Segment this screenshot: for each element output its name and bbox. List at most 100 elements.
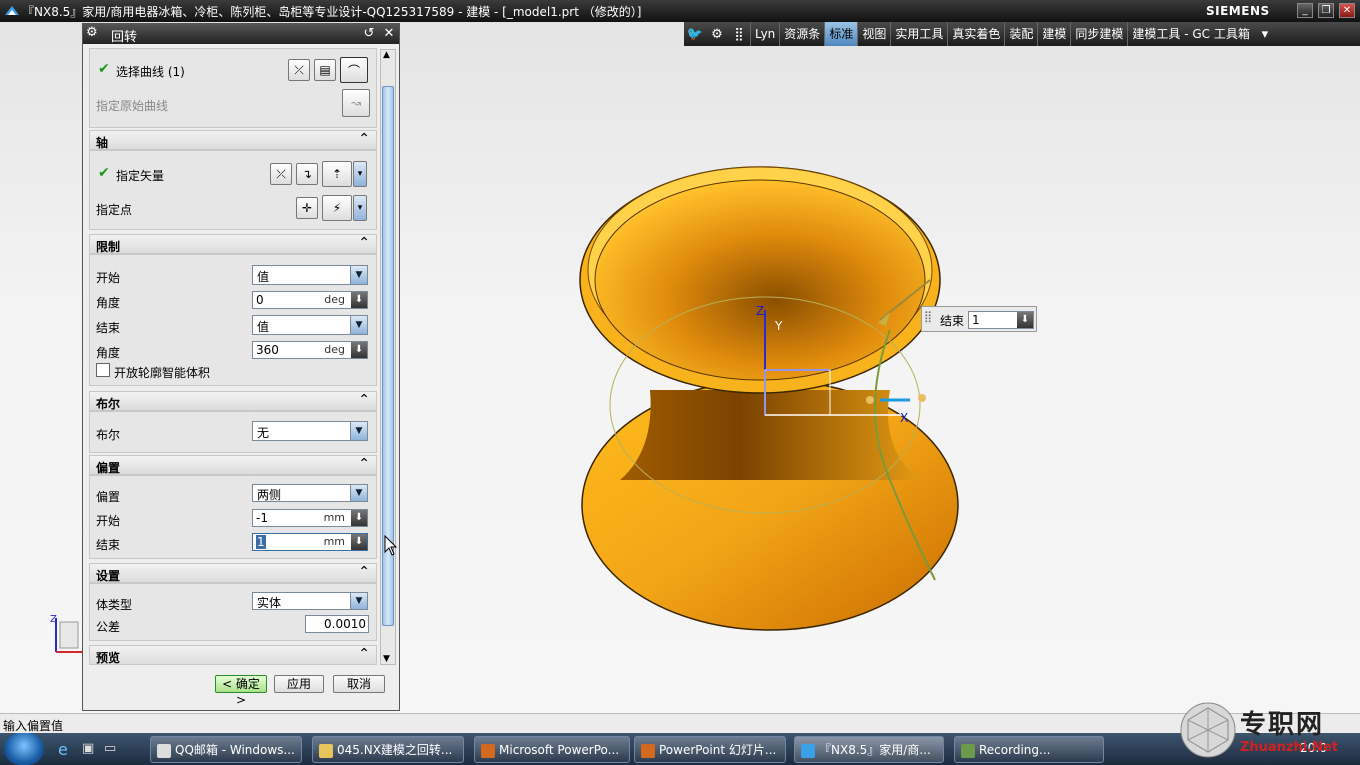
chevron-down-icon[interactable]: ▾ bbox=[353, 161, 367, 187]
minimize-button[interactable]: _ bbox=[1297, 3, 1313, 18]
arrow-down-icon[interactable]: ⬇ bbox=[1017, 312, 1033, 328]
curve-select-icon[interactable]: ⌒ bbox=[340, 57, 368, 83]
end-dropdown[interactable]: 值 ▼ bbox=[252, 315, 368, 335]
arrow-down-icon[interactable]: ⬇ bbox=[351, 534, 367, 550]
section-panel: ✔ 选择曲线 (1) ⤫ ▤ ⌒ 指定原始曲线 ↝ bbox=[89, 48, 377, 128]
nx-menu-icon[interactable]: 🐦 bbox=[684, 23, 706, 45]
end-angle-field[interactable]: 360 deg ⬇ bbox=[252, 341, 368, 359]
chevron-down-icon[interactable]: ▼ bbox=[350, 422, 367, 440]
open-profile-label: 开放轮廓智能体积 bbox=[114, 366, 211, 380]
point-dialog-icon[interactable]: ✛ bbox=[296, 197, 318, 219]
axis-z-label: Z bbox=[756, 304, 764, 318]
start-angle-label: 角度 bbox=[96, 296, 121, 310]
scroll-up-icon[interactable]: ▲ bbox=[383, 50, 390, 60]
select-curve-label: 选择曲线 (1) bbox=[116, 65, 185, 79]
vector-type-icon[interactable]: ⇡ bbox=[322, 161, 352, 187]
toolbar-item-standard[interactable]: 标准 bbox=[824, 22, 858, 46]
switch-windows-icon[interactable]: ▭ bbox=[104, 741, 116, 756]
chevron-down-icon[interactable]: ▼ bbox=[350, 266, 367, 284]
chevron-down-icon[interactable]: ▾ bbox=[353, 195, 367, 221]
chevron-down-icon[interactable]: ▼ bbox=[350, 485, 367, 501]
end-angle-label: 角度 bbox=[96, 346, 121, 360]
reset-icon[interactable]: ↺ bbox=[361, 26, 377, 42]
toolbar-item-gc-toolkit[interactable]: 建模工具 - GC 工具箱 bbox=[1127, 22, 1253, 46]
taskbar-item-powerpoint[interactable]: Microsoft PowerPo... bbox=[474, 736, 630, 763]
grip-icon[interactable]: ⣿ bbox=[728, 23, 750, 45]
viewport-model[interactable]: X Z Y bbox=[560, 150, 980, 650]
arrow-down-icon[interactable]: ⬇ bbox=[351, 510, 367, 526]
offset-panel: 偏置 两侧 ▼ 开始 -1 mm ⬇ 结束 1 mm ⬇ bbox=[89, 475, 377, 559]
close-icon[interactable]: ✕ bbox=[381, 26, 397, 42]
reverse-direction-icon[interactable]: ⤫ bbox=[270, 163, 292, 185]
chevron-down-icon[interactable]: ▼ bbox=[350, 316, 367, 334]
start-angle-field[interactable]: 0 deg ⬇ bbox=[252, 291, 368, 309]
scroll-down-icon[interactable]: ▼ bbox=[383, 654, 390, 664]
section-limits-header[interactable]: 限制 ⌃ bbox=[89, 234, 377, 254]
deselect-icon[interactable]: ⤫ bbox=[288, 59, 310, 81]
toolbar-item-assembly[interactable]: 装配 bbox=[1004, 22, 1037, 46]
offset-start-field[interactable]: -1 mm ⬇ bbox=[252, 509, 368, 527]
arrow-down-icon[interactable]: ⬇ bbox=[351, 292, 367, 308]
offset-dropdown[interactable]: 两侧 ▼ bbox=[252, 484, 368, 502]
offset-end-field[interactable]: 1 mm ⬇ bbox=[252, 533, 368, 551]
taskbar-item-folder[interactable]: 045.NX建模之回转... bbox=[312, 736, 464, 763]
boolean-dropdown[interactable]: 无 ▼ bbox=[252, 421, 368, 441]
toolbar-item-view[interactable]: 视图 bbox=[857, 22, 890, 46]
taskbar-item-slides[interactable]: PowerPoint 幻灯片... bbox=[634, 736, 786, 763]
ie-icon[interactable]: e bbox=[58, 740, 68, 759]
show-desktop-icon[interactable]: ▣ bbox=[82, 741, 94, 756]
start-dropdown[interactable]: 值 ▼ bbox=[252, 265, 368, 285]
sketch-icon[interactable]: ▤ bbox=[314, 59, 336, 81]
start-label: 开始 bbox=[96, 271, 121, 285]
apply-button[interactable]: 应用 bbox=[274, 675, 324, 693]
cancel-button[interactable]: 取消 bbox=[333, 675, 385, 693]
collapse-icon[interactable]: ⌃ bbox=[358, 564, 370, 580]
ok-button[interactable]: < 确定 > bbox=[215, 675, 267, 707]
taskbar-item-recording[interactable]: Recording... bbox=[954, 736, 1104, 763]
tolerance-field[interactable]: 0.0010 bbox=[305, 615, 369, 633]
restore-button[interactable]: ❐ bbox=[1318, 3, 1334, 18]
close-window-button[interactable]: ✕ bbox=[1339, 3, 1355, 18]
end-dynamic-label: 结束 bbox=[940, 314, 965, 328]
open-profile-checkbox[interactable] bbox=[96, 363, 110, 377]
section-boolean-header[interactable]: 布尔 ⌃ bbox=[89, 391, 377, 411]
title-bar: 『NX8.5』家用/商用电器冰箱、冷柜、陈列柜、岛柜等专业设计-QQ125317… bbox=[0, 0, 1360, 22]
nx-logo-icon bbox=[5, 6, 19, 15]
dialog-scrollbar[interactable]: ▲ ▼ bbox=[380, 49, 396, 665]
toolbar-item-sync-modeling[interactable]: 同步建模 bbox=[1070, 22, 1127, 46]
arrow-down-icon[interactable]: ⬇ bbox=[351, 342, 367, 358]
dialog-title: 回转 bbox=[111, 30, 138, 45]
collapse-icon[interactable]: ⌃ bbox=[358, 646, 370, 662]
chevron-down-icon[interactable]: ▼ bbox=[350, 593, 367, 609]
collapse-icon[interactable]: ⌃ bbox=[358, 235, 370, 251]
check-icon: ✔ bbox=[98, 165, 110, 181]
section-axis-header[interactable]: 轴 ⌃ bbox=[89, 130, 377, 150]
collapse-icon[interactable]: ⌃ bbox=[358, 131, 370, 147]
section-preview-header[interactable]: 预览 ⌃ bbox=[89, 645, 377, 665]
grip-icon[interactable]: ⣿ bbox=[924, 310, 932, 323]
body-type-dropdown[interactable]: 实体 ▼ bbox=[252, 592, 368, 610]
collapse-icon[interactable]: ⌃ bbox=[358, 456, 370, 472]
toolbar-options-icon[interactable]: ▾ bbox=[1254, 23, 1276, 45]
taskbar-item-qqmail[interactable]: QQ邮箱 - Windows... bbox=[150, 736, 302, 763]
axis-panel: ✔ 指定矢量 ⤫ ↴ ⇡ ▾ 指定点 ✛ ⚡ ▾ bbox=[89, 150, 377, 230]
toolbar-item-modeling[interactable]: 建模 bbox=[1037, 22, 1070, 46]
offset-label: 偏置 bbox=[96, 490, 121, 504]
toolbar-item-true-shading[interactable]: 真实着色 bbox=[947, 22, 1004, 46]
end-dynamic-field[interactable]: 1 ⬇ bbox=[968, 311, 1034, 329]
origin-curve-icon[interactable]: ↝ bbox=[342, 89, 370, 117]
offset-start-label: 开始 bbox=[96, 514, 121, 528]
gear-icon[interactable]: ⚙ bbox=[86, 25, 98, 40]
start-button[interactable] bbox=[4, 733, 44, 765]
vector-dialog-icon[interactable]: ↴ bbox=[296, 163, 318, 185]
section-settings-header[interactable]: 设置 ⌃ bbox=[89, 563, 377, 583]
axis-x-label: X bbox=[900, 411, 908, 425]
point-type-icon[interactable]: ⚡ bbox=[322, 195, 352, 221]
collapse-icon[interactable]: ⌃ bbox=[358, 392, 370, 408]
section-offset-header[interactable]: 偏置 ⌃ bbox=[89, 455, 377, 475]
toolbar-item-lyn[interactable]: Lyn bbox=[750, 22, 779, 46]
toolbar-item-resource-bar[interactable]: 资源条 bbox=[779, 22, 824, 46]
gear-icon[interactable]: ⚙ bbox=[706, 23, 728, 45]
toolbar-item-utility[interactable]: 实用工具 bbox=[890, 22, 947, 46]
taskbar-item-nx[interactable]: 『NX8.5』家用/商... bbox=[794, 736, 944, 763]
